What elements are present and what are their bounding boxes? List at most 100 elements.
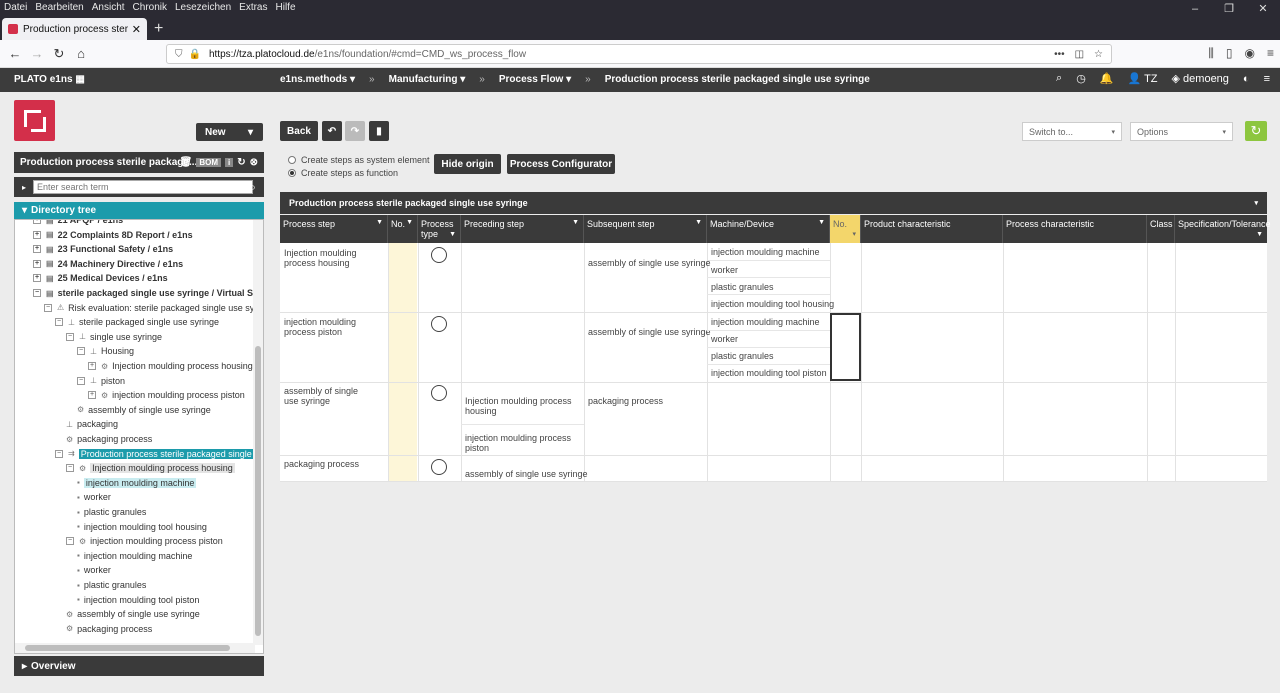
app-name[interactable]: PLATO e1ns ▦	[14, 74, 85, 85]
table-row-subsequent[interactable]: assembly of single use syringe	[588, 327, 711, 337]
breadcrumb-manufacturing[interactable]: Manufacturing ▾	[389, 74, 466, 85]
radio-function[interactable]: Create steps as function	[288, 168, 398, 178]
tree-item[interactable]: ⚙ assembly of single use syringe	[77, 403, 211, 417]
process-configurator-button[interactable]: Process Configurator	[507, 154, 615, 174]
menu-ansicht[interactable]: Ansicht	[92, 2, 125, 13]
tree-horizontal-scrollbar[interactable]	[15, 643, 255, 653]
radio-checked-icon[interactable]	[288, 169, 296, 177]
tree-item[interactable]: ⚙ packaging process	[66, 432, 152, 446]
collapse-icon[interactable]: −	[33, 289, 41, 297]
table-row-step[interactable]: injection moulding process piston	[284, 317, 388, 337]
bell-icon[interactable]: 🔔	[1100, 72, 1114, 85]
collapse-icon[interactable]: −	[77, 347, 85, 356]
pocket-icon[interactable]: ◫	[1075, 49, 1084, 60]
filter-icon[interactable]: ▼	[376, 219, 383, 226]
search-icon[interactable]: ⌕	[1056, 72, 1062, 85]
view-toggle-button[interactable]: ▮	[369, 121, 389, 141]
process-type-icon[interactable]	[431, 247, 447, 263]
tree-item[interactable]: − ▤ sterile packaged single use syringe / …	[33, 286, 263, 300]
table-row-machine[interactable]: injection moulding machine	[711, 247, 820, 257]
process-type-icon[interactable]	[431, 316, 447, 332]
table-row-step[interactable]: assembly of single use syringe	[284, 386, 374, 406]
reload-icon[interactable]: ↻	[48, 46, 70, 62]
sidebar-icon[interactable]: ▯	[1226, 46, 1233, 61]
app-menu-icon[interactable]: ≡	[1264, 73, 1270, 85]
collapse-icon[interactable]: −	[55, 318, 63, 327]
overview-panel[interactable]: ▸ Overview	[14, 656, 264, 676]
tree-item[interactable]: − ⚠ Risk evaluation: sterile packaged sing…	[44, 301, 263, 315]
col-process-step[interactable]: Process step ▼	[280, 215, 388, 243]
table-row-subsequent[interactable]: assembly of single use syringe	[588, 258, 711, 268]
tree-item[interactable]: − ⊥ Housing	[77, 344, 134, 358]
globe-icon[interactable]: ◐	[1243, 73, 1250, 85]
tree-item[interactable]: ▪ worker	[77, 563, 111, 577]
table-row-subsequent[interactable]: packaging process	[588, 396, 663, 406]
hide-origin-button[interactable]: Hide origin	[434, 154, 501, 174]
tree-item[interactable]: ▪ plastic granules	[77, 505, 146, 519]
menu-datei[interactable]: Datei	[4, 2, 27, 13]
table-row-machine[interactable]: worker	[711, 334, 738, 344]
menu-bearbeiten[interactable]: Bearbeiten	[35, 2, 83, 13]
apps-grid-icon[interactable]: ▦	[75, 74, 84, 85]
redo-button[interactable]: ↷	[345, 121, 365, 141]
table-row-machine[interactable]: injection moulding machine	[711, 317, 820, 327]
tree-item[interactable]: + ▤ 21 APQP / e1ns	[33, 220, 123, 227]
col-class[interactable]: Class	[1147, 215, 1175, 243]
tree-item[interactable]: + ▤ 25 Medical Devices / e1ns	[33, 271, 168, 285]
user-menu[interactable]: 👤 TZ	[1128, 72, 1158, 85]
tree-item[interactable]: ⚙ packaging process	[66, 622, 152, 636]
tree-item[interactable]: − ⚙ Injection moulding process housing	[66, 461, 235, 475]
tree-item[interactable]: + ▤ 24 Machinery Directive / e1ns	[33, 257, 183, 271]
filter-icon[interactable]: ▼	[1256, 231, 1263, 238]
caret-right-icon[interactable]: ▸	[22, 183, 26, 192]
tree-item[interactable]: + ⚙ injection moulding process piston	[88, 388, 245, 402]
menu-lesezeichen[interactable]: Lesezeichen	[175, 2, 231, 13]
col-specification[interactable]: Specification/Tolerance ▼	[1175, 215, 1271, 243]
breadcrumb-process-flow[interactable]: Process Flow ▾	[499, 74, 571, 85]
process-type-icon[interactable]	[431, 459, 447, 475]
expand-icon[interactable]: +	[88, 391, 96, 400]
options-select[interactable]: Options ▾	[1130, 122, 1233, 141]
expand-icon[interactable]: +	[33, 259, 41, 268]
expand-icon[interactable]: +	[33, 230, 41, 239]
col-process-characteristic[interactable]: Process characteristic	[1003, 215, 1147, 243]
tree-vertical-scrollbar[interactable]	[253, 220, 263, 645]
col-subsequent-step[interactable]: Subsequent step ▼	[584, 215, 707, 243]
radio-system-element[interactable]: Create steps as system element	[288, 155, 430, 165]
col-preceding-step[interactable]: Preceding step ▼	[461, 215, 584, 243]
tree-item[interactable]: ⚙ assembly of single use syringe	[66, 607, 200, 621]
collapse-icon[interactable]: −	[66, 332, 74, 341]
breadcrumb-methods[interactable]: e1ns.methods ▾	[280, 74, 355, 85]
workspace-menu[interactable]: ◈ demoeng	[1172, 72, 1229, 85]
trash-icon[interactable]: 🗑	[180, 157, 193, 168]
col-process-type[interactable]: Process type ▼	[418, 215, 461, 243]
expand-icon[interactable]: +	[33, 274, 41, 283]
tree-item[interactable]: ⊥ packaging	[66, 417, 118, 431]
table-row-preceding[interactable]: assembly of single use syringe	[465, 469, 588, 479]
search-icon[interactable]: ⌕	[249, 180, 256, 195]
directory-tree-header[interactable]: ▾ Directory tree	[14, 202, 264, 219]
tree-item[interactable]: − ⊥ single use syringe	[66, 330, 162, 344]
account-icon[interactable]: ◉	[1245, 46, 1255, 61]
table-row-preceding[interactable]: Injection moulding process housing	[465, 396, 577, 416]
tree-item[interactable]: − ⊥ piston	[77, 374, 125, 388]
tree-item[interactable]: + ▤ 22 Complaints 8D Report / e1ns	[33, 228, 193, 242]
table-row-step[interactable]: packaging process	[284, 459, 359, 469]
collapse-icon[interactable]: −	[44, 303, 52, 312]
undo-button[interactable]: ↶	[322, 121, 342, 141]
forward-arrow-icon[interactable]: →	[26, 46, 48, 61]
tree-item[interactable]: + ⚙ Injection moulding process housing	[88, 359, 253, 373]
col-product-characteristic[interactable]: Product characteristic	[861, 215, 1003, 243]
tree-item[interactable]: ▪ injection moulding tool piston	[77, 593, 199, 607]
info-button[interactable]: i	[224, 158, 234, 167]
more-icon[interactable]: •••	[1054, 49, 1065, 60]
browser-tab[interactable]: Production process sterile packag ✕	[2, 18, 147, 40]
table-row-preceding[interactable]: injection moulding process piston	[465, 433, 577, 453]
filter-icon[interactable]: ▼	[572, 219, 579, 226]
tree-item[interactable]: ▪ plastic granules	[77, 578, 146, 592]
library-icon[interactable]: ⫼	[1208, 46, 1214, 61]
collapse-icon[interactable]: −	[66, 537, 74, 546]
filter-icon[interactable]: ▾	[852, 230, 856, 238]
search-input[interactable]	[33, 180, 253, 194]
tree-item[interactable]: ▪ injection moulding tool housing	[77, 520, 207, 534]
